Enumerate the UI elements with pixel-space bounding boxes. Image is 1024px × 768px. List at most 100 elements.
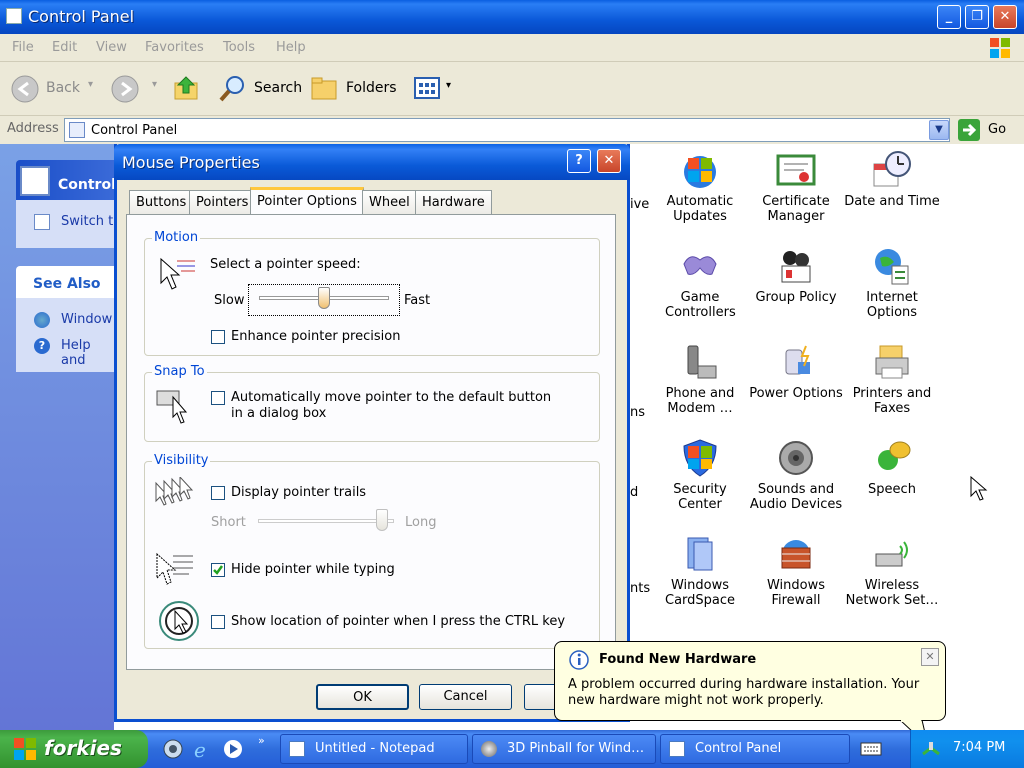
show-location-icon xyxy=(159,601,199,641)
pointer-speed-slider[interactable] xyxy=(248,284,400,316)
pointer-trails-checkbox[interactable] xyxy=(211,486,225,500)
switch-view-link[interactable]: Switch t xyxy=(61,214,113,229)
balloon-close-button[interactable]: ✕ xyxy=(921,648,939,666)
close-button[interactable]: ✕ xyxy=(993,5,1017,29)
task-label: 3D Pinball for Wind… xyxy=(507,741,645,756)
tab-hardware[interactable]: Hardware xyxy=(415,190,492,214)
keyboard-icon[interactable] xyxy=(860,741,882,757)
go-button[interactable]: Go xyxy=(958,118,1018,142)
safely-remove-hardware-icon[interactable] xyxy=(921,740,941,758)
system-tray: 7:04 PM xyxy=(910,730,1024,768)
menu-view[interactable]: View xyxy=(96,40,127,55)
menu-favorites[interactable]: Favorites xyxy=(145,40,204,55)
search-label: Search xyxy=(254,80,303,96)
icon-label: Wireless Network Set… xyxy=(845,578,939,608)
up-folder-icon[interactable] xyxy=(172,73,202,103)
speaker-icon xyxy=(776,438,816,478)
wireless-network-item[interactable]: Wireless Network Set… xyxy=(844,534,940,608)
ok-button[interactable]: OK xyxy=(316,684,409,710)
motion-group-label: Motion xyxy=(152,230,201,245)
taskbar-item-pinball[interactable]: 3D Pinball for Wind… xyxy=(472,734,656,764)
see-also-link-help[interactable]: Help and xyxy=(61,338,114,368)
window-titlebar[interactable]: Control Panel _ ❐ ✕ xyxy=(0,0,1024,34)
slider-thumb[interactable] xyxy=(318,287,330,309)
help-button[interactable]: ? xyxy=(567,149,591,173)
menu-file[interactable]: File xyxy=(12,40,34,55)
back-label: Back xyxy=(46,80,80,96)
views-icon xyxy=(414,77,440,99)
windows-cardspace-item[interactable]: Windows CardSpace xyxy=(652,534,748,608)
chevron-down-icon: ▾ xyxy=(152,79,158,90)
show-location-checkbox[interactable] xyxy=(211,615,225,629)
icon-label: Certificate Manager xyxy=(762,194,830,224)
long-label: Long xyxy=(405,515,437,530)
views-button[interactable]: ▾ xyxy=(414,76,458,102)
task-label: Control Panel xyxy=(695,741,782,756)
certificate-manager-item[interactable]: Certificate Manager xyxy=(748,150,844,224)
hide-pointer-checkbox[interactable] xyxy=(211,563,225,577)
back-button[interactable]: Back ▾ xyxy=(10,75,100,103)
quick-launch-chevron-icon[interactable]: » xyxy=(258,734,265,747)
pointer-trails-icon xyxy=(155,477,194,506)
menu-tools[interactable]: Tools xyxy=(223,40,255,55)
game-controllers-item[interactable]: Game Controllers xyxy=(652,246,748,320)
security-center-item[interactable]: Security Center xyxy=(652,438,748,512)
folders-icon xyxy=(311,77,337,100)
media-player-icon[interactable] xyxy=(222,738,244,760)
date-time-item[interactable]: Date and Time xyxy=(844,150,940,209)
maximize-button[interactable]: ❐ xyxy=(965,5,989,29)
snap-to-icon xyxy=(156,390,188,424)
address-dropdown-button[interactable]: ▼ xyxy=(929,120,949,140)
pointer-speed-icon xyxy=(160,257,195,290)
tab-pointers[interactable]: Pointers xyxy=(189,190,256,214)
address-input[interactable]: Control Panel ▼ xyxy=(64,118,950,142)
minimize-button[interactable]: _ xyxy=(937,5,961,29)
dialog-close-button[interactable]: ✕ xyxy=(597,149,621,173)
automatic-updates-item[interactable]: Automatic Updates xyxy=(652,150,748,224)
control-panel-icon xyxy=(6,8,22,24)
info-icon xyxy=(569,650,589,670)
see-also-link-windows[interactable]: Window xyxy=(61,312,112,327)
printers-faxes-item[interactable]: Printers and Faxes xyxy=(844,342,940,416)
tab-pointer-options[interactable]: Pointer Options xyxy=(250,187,364,215)
snap-to-checkbox[interactable] xyxy=(211,391,225,405)
start-button[interactable]: forkies xyxy=(0,730,148,768)
sounds-audio-item[interactable]: Sounds and Audio Devices xyxy=(748,438,844,512)
automatic-updates-icon xyxy=(680,150,720,190)
dialog-titlebar[interactable]: Mouse Properties ? ✕ xyxy=(114,144,630,180)
cancel-button[interactable]: Cancel xyxy=(419,684,512,710)
internet-explorer-icon[interactable]: e xyxy=(192,738,214,760)
phone-modem-item[interactable]: Phone and Modem … xyxy=(652,342,748,416)
folders-button[interactable]: Folders xyxy=(310,74,397,102)
taskbar-item-control-panel[interactable]: Control Panel xyxy=(660,734,850,764)
balloon-message: A problem occurred during hardware insta… xyxy=(568,677,920,708)
enhance-precision-checkbox[interactable] xyxy=(211,330,225,344)
found-new-hardware-balloon[interactable]: Found New Hardware ✕ A problem occurred … xyxy=(554,641,946,721)
internet-options-icon xyxy=(872,246,912,286)
game-controller-icon xyxy=(680,246,720,286)
icon-label: Phone and Modem … xyxy=(665,386,735,416)
forward-button[interactable]: ▾ xyxy=(110,75,162,103)
control-panel-large-icon xyxy=(20,166,50,196)
show-desktop-icon[interactable] xyxy=(162,738,184,760)
power-options-item[interactable]: Power Options xyxy=(748,342,844,401)
menu-edit[interactable]: Edit xyxy=(52,40,77,55)
group-policy-item[interactable]: Group Policy xyxy=(748,246,844,305)
taskbar-item-notepad[interactable]: Untitled - Notepad xyxy=(280,734,468,764)
certificate-icon xyxy=(776,150,816,190)
menu-help[interactable]: Help xyxy=(276,40,306,55)
icon-label: Date and Time xyxy=(844,194,940,209)
speech-item[interactable]: Speech xyxy=(844,438,940,497)
clock[interactable]: 7:04 PM xyxy=(953,740,1005,755)
tab-wheel[interactable]: Wheel xyxy=(362,190,417,214)
pointer-trails-slider[interactable] xyxy=(258,509,398,539)
hide-pointer-icon xyxy=(156,552,193,585)
slider-thumb[interactable] xyxy=(376,509,388,531)
search-button[interactable]: Search xyxy=(218,74,304,102)
search-icon xyxy=(219,76,244,102)
balloon-title: Found New Hardware xyxy=(599,652,757,667)
internet-options-item[interactable]: Internet Options xyxy=(844,246,940,320)
partial-label: ns xyxy=(630,405,646,420)
windows-firewall-item[interactable]: Windows Firewall xyxy=(748,534,844,608)
tab-buttons[interactable]: Buttons xyxy=(129,190,194,214)
